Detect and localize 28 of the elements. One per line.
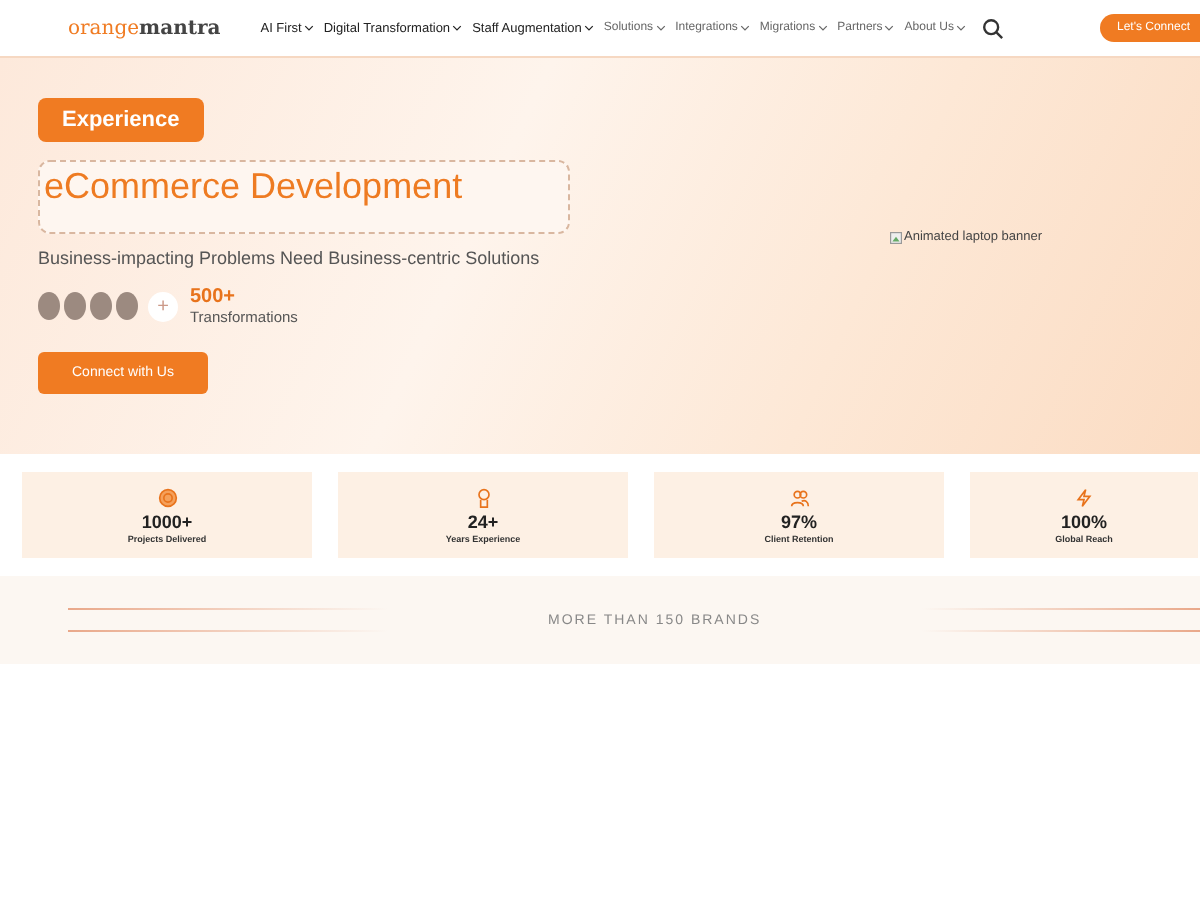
- chevron-down-icon: [739, 24, 750, 32]
- chevron-down-icon: [817, 24, 828, 32]
- bolt-icon: [1074, 487, 1094, 507]
- logo[interactable]: orangemantra: [68, 17, 221, 39]
- avatar-icon: [38, 292, 60, 320]
- chevron-down-icon: [655, 24, 666, 32]
- hero-title: eCommerce Development: [44, 166, 465, 208]
- search-icon[interactable]: [981, 17, 1004, 39]
- stat-value: 100%: [1060, 511, 1108, 531]
- chevron-down-icon: [452, 24, 463, 32]
- avatar-icon: [64, 292, 86, 320]
- chevron-down-icon: [583, 24, 594, 32]
- broken-image-icon: [890, 231, 902, 243]
- stat-value: 97%: [780, 511, 817, 531]
- award-icon: [473, 487, 493, 507]
- chevron-down-icon: [884, 24, 895, 32]
- stat-value: 1000+: [141, 511, 193, 531]
- avatar-icon: [116, 292, 138, 320]
- stat-value: 24+: [467, 511, 499, 531]
- chevron-down-icon: [303, 24, 314, 32]
- category-badge: Experience: [38, 98, 204, 142]
- chevron-down-icon: [955, 24, 966, 32]
- users-icon: [789, 487, 809, 507]
- transformations-count: 500+: [190, 286, 238, 308]
- target-icon: [157, 487, 177, 507]
- plus-badge: +: [148, 291, 178, 321]
- hero-subtitle: Business-impacting Problems Need Business-centric Solutions: [38, 248, 540, 268]
- avatar-icon: [90, 292, 112, 320]
